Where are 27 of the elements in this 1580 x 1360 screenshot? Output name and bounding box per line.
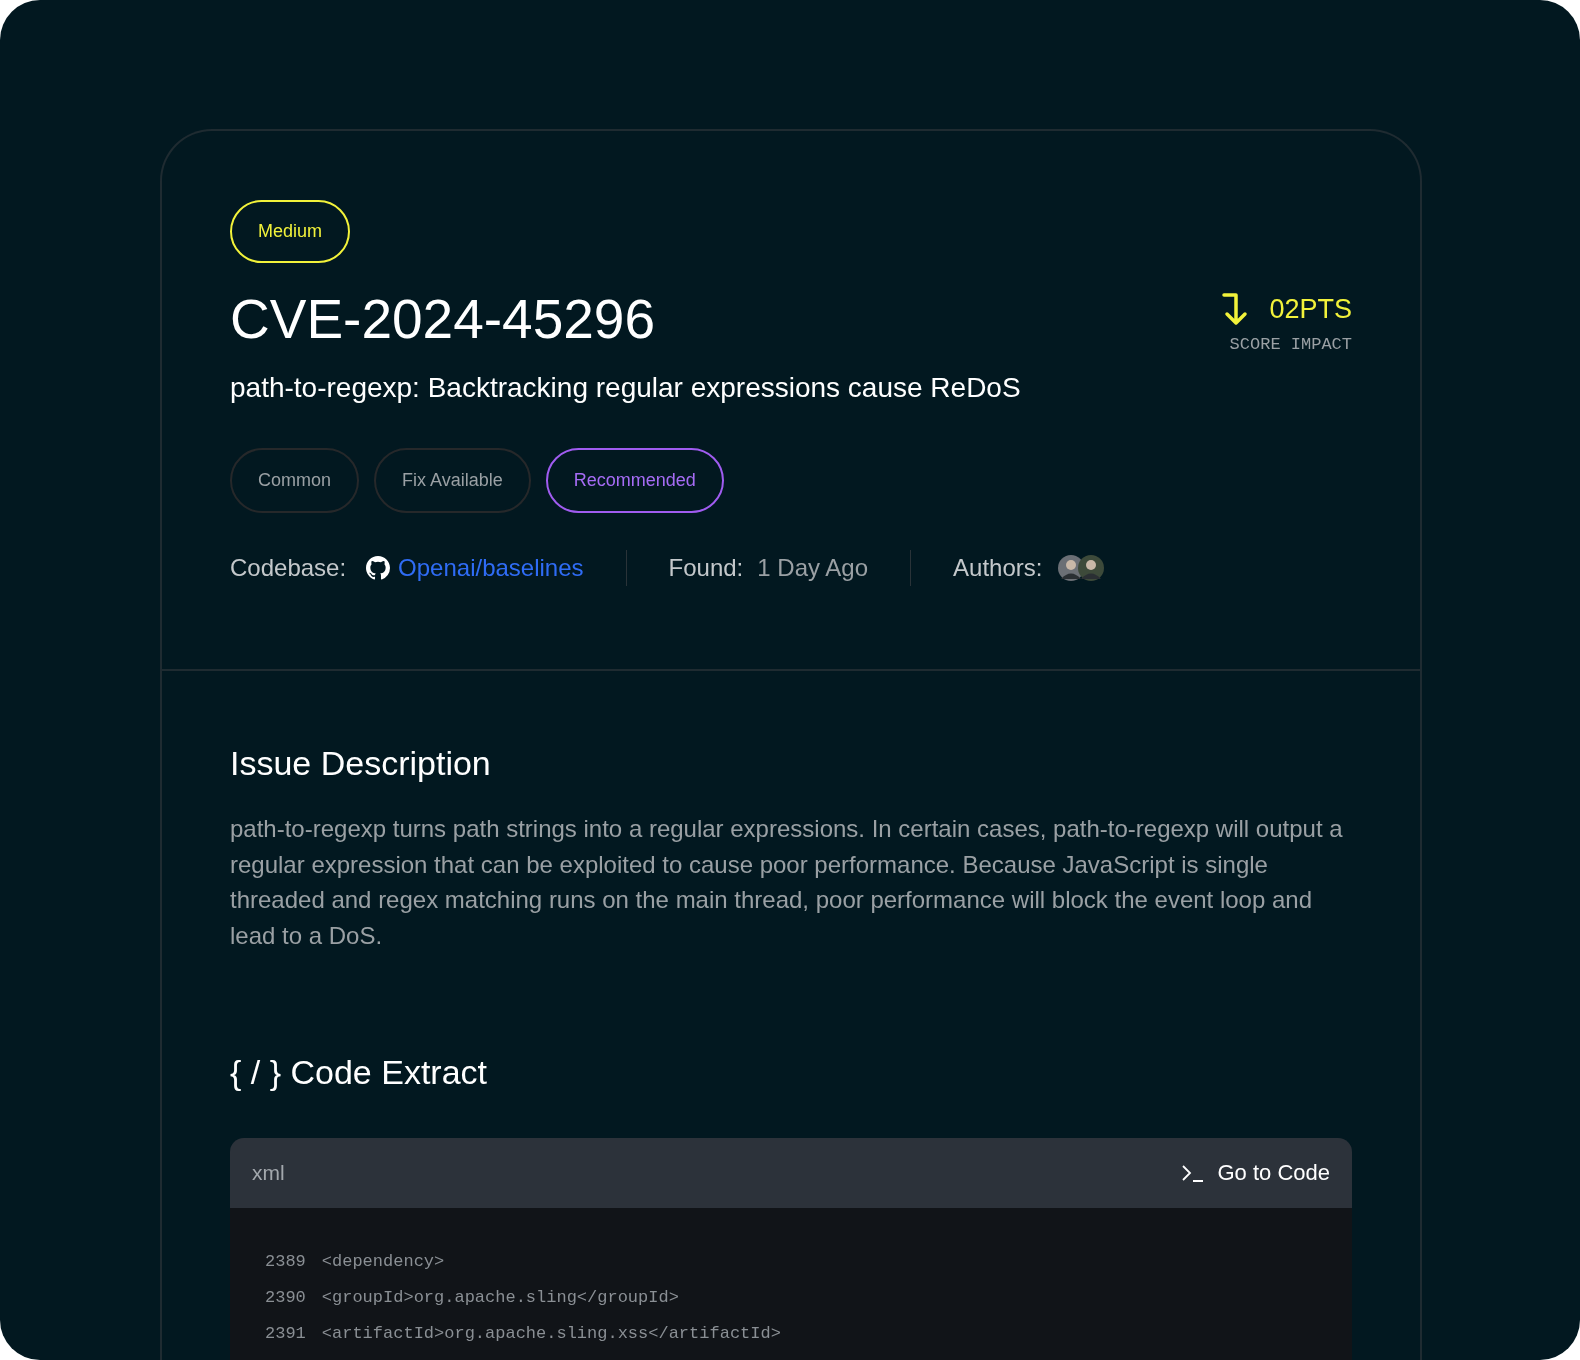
description-text: path-to-regexp turns path strings into a regular expressions. In certain cases, path-to-regexp will output a regular expression that can be exploited to cause poor performance. Because JavaScript is single threaded and regex matching runs on the main thread, poor performance will block the event loop and lead to a DoS. xyxy=(230,814,1344,951)
avatar-icon xyxy=(1078,555,1105,581)
tag-chip[interactable]: Fix Available xyxy=(374,448,531,513)
section-heading: { / } Code Extract xyxy=(230,1053,489,1092)
section-heading: Issue Description xyxy=(230,744,492,783)
github-icon xyxy=(366,556,391,580)
authors-label: Authors: xyxy=(953,554,1043,582)
line-number: 2391 xyxy=(265,1323,306,1345)
found-label: Found: xyxy=(668,554,744,582)
score-value: 02PTS xyxy=(1269,293,1352,325)
code-line: <artifactId>org.apache.sling.xss</artifactId> xyxy=(321,1323,781,1345)
go-to-code-button[interactable]: Go to Code xyxy=(1181,1160,1330,1186)
code-line: <groupId>org.apache.sling</groupId> xyxy=(321,1287,679,1309)
language-label: xml xyxy=(252,1161,285,1185)
tag-chip[interactable]: Recommended xyxy=(545,448,724,513)
line-number: 2390 xyxy=(265,1287,306,1309)
code-line: <dependency> xyxy=(321,1251,445,1273)
cve-title: CVE-2024-45296 xyxy=(230,287,655,351)
score-label: SCORE IMPACT xyxy=(1229,335,1352,354)
severity-badge: Medium xyxy=(230,200,351,263)
codebase-label: Codebase: xyxy=(230,554,347,582)
issue-summary: path-to-regexp: Backtracking regular expressions cause ReDoS xyxy=(230,372,1022,404)
tag-chip[interactable]: Common xyxy=(230,448,360,513)
terminal-icon xyxy=(1181,1163,1206,1183)
line-number: 2389 xyxy=(265,1251,306,1273)
codebase-link[interactable]: Openai/baselines xyxy=(398,554,584,582)
found-value: 1 Day Ago xyxy=(757,554,869,582)
